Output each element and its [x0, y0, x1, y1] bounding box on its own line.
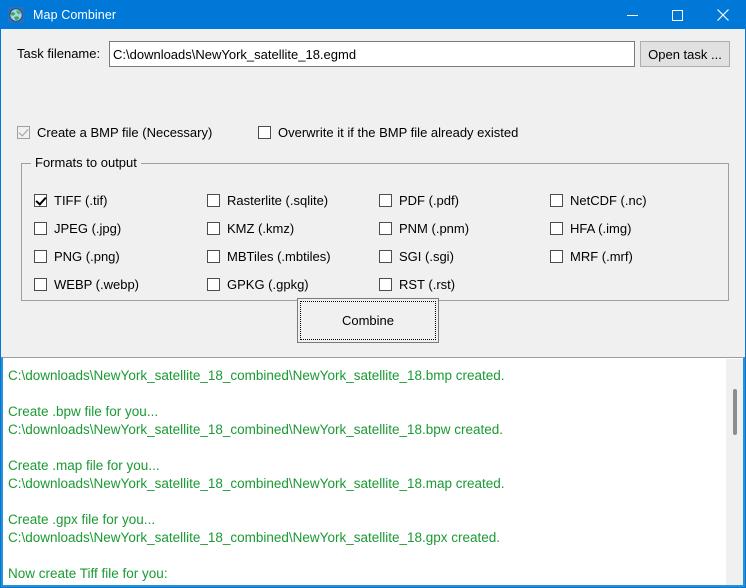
task-filename-label: Task filename: [17, 46, 101, 61]
format-sgi-checkbox[interactable]: SGI (.sgi) [379, 249, 454, 264]
overwrite-bmp-checkbox-box [258, 126, 271, 139]
format-png-checkbox-label: PNG (.png) [54, 249, 120, 264]
log-output-text: C:\downloads\NewYork_satellite_18_combin… [8, 368, 505, 581]
format-netcdf-checkbox-box [550, 194, 563, 207]
format-pnm-checkbox[interactable]: PNM (.pnm) [379, 221, 469, 236]
format-webp-checkbox-label: WEBP (.webp) [54, 277, 140, 292]
format-tiff-checkbox[interactable]: TIFF (.tif) [34, 193, 107, 208]
combine-button-focus-ring: Combine [300, 301, 436, 340]
format-hfa-checkbox-box [550, 222, 563, 235]
format-rasterlite-checkbox-box [207, 194, 220, 207]
format-mbtiles-checkbox-label: MBTiles (.mbtiles) [227, 249, 331, 264]
format-mrf-checkbox-box [550, 250, 563, 263]
create-bmp-checkbox-label: Create a BMP file (Necessary) [37, 125, 213, 140]
format-rst-checkbox-label: RST (.rst) [399, 277, 456, 292]
window-title: Map Combiner [33, 8, 117, 22]
create-bmp-checkbox-box [17, 126, 30, 139]
format-gpkg-checkbox[interactable]: GPKG (.gpkg) [207, 277, 309, 292]
combine-button-label: Combine [341, 313, 395, 328]
format-jpeg-checkbox[interactable]: JPEG (.jpg) [34, 221, 121, 236]
format-pdf-checkbox[interactable]: PDF (.pdf) [379, 193, 459, 208]
overwrite-bmp-checkbox[interactable]: Overwrite it if the BMP file already exi… [258, 125, 518, 140]
format-jpeg-checkbox-box [34, 222, 47, 235]
client-area: Task filename: Open task ... Create a BM… [1, 29, 745, 587]
format-tiff-checkbox-label: TIFF (.tif) [54, 193, 108, 208]
log-scrollbar-thumb[interactable] [733, 389, 737, 435]
format-kmz-checkbox-box [207, 222, 220, 235]
format-mrf-checkbox[interactable]: MRF (.mrf) [550, 249, 633, 264]
format-sgi-checkbox-box [379, 250, 392, 263]
format-rst-checkbox[interactable]: RST (.rst) [379, 277, 455, 292]
bmp-options-row: Create a BMP file (Necessary) Overwrite … [1, 125, 745, 145]
format-hfa-checkbox-label: HFA (.img) [570, 221, 632, 236]
format-netcdf-checkbox-label: NetCDF (.nc) [570, 193, 647, 208]
map-globe-icon [8, 7, 24, 23]
format-pdf-checkbox-box [379, 194, 392, 207]
formats-groupbox-title: Formats to output [31, 155, 141, 170]
format-mrf-checkbox-label: MRF (.mrf) [570, 249, 633, 264]
log-scrollbar[interactable] [726, 359, 743, 585]
format-gpkg-checkbox-label: GPKG (.gpkg) [227, 277, 309, 292]
close-button[interactable] [700, 1, 745, 29]
window-controls [610, 1, 745, 29]
format-tiff-checkbox-box [34, 194, 47, 207]
format-hfa-checkbox[interactable]: HFA (.img) [550, 221, 631, 236]
log-output-panel[interactable]: C:\downloads\NewYork_satellite_18_combin… [1, 357, 745, 587]
task-filename-input[interactable] [109, 41, 635, 67]
format-png-checkbox-box [34, 250, 47, 263]
format-webp-checkbox[interactable]: WEBP (.webp) [34, 277, 139, 292]
format-pnm-checkbox-label: PNM (.pnm) [399, 221, 470, 236]
combine-button[interactable]: Combine [297, 298, 439, 343]
map-combiner-window: Map Combiner Task filename: Open task ..… [0, 0, 746, 588]
format-kmz-checkbox-label: KMZ (.kmz) [227, 221, 295, 236]
format-rst-checkbox-box [379, 278, 392, 291]
format-jpeg-checkbox-label: JPEG (.jpg) [54, 221, 122, 236]
format-kmz-checkbox[interactable]: KMZ (.kmz) [207, 221, 294, 236]
format-pnm-checkbox-box [379, 222, 392, 235]
maximize-button[interactable] [655, 1, 700, 29]
format-pdf-checkbox-label: PDF (.pdf) [399, 193, 459, 208]
format-rasterlite-checkbox[interactable]: Rasterlite (.sqlite) [207, 193, 328, 208]
format-rasterlite-checkbox-label: Rasterlite (.sqlite) [227, 193, 329, 208]
minimize-button[interactable] [610, 1, 655, 29]
format-png-checkbox[interactable]: PNG (.png) [34, 249, 120, 264]
overwrite-bmp-checkbox-label: Overwrite it if the BMP file already exi… [278, 125, 519, 140]
format-mbtiles-checkbox[interactable]: MBTiles (.mbtiles) [207, 249, 331, 264]
create-bmp-checkbox[interactable]: Create a BMP file (Necessary) [17, 125, 212, 140]
format-webp-checkbox-box [34, 278, 47, 291]
format-mbtiles-checkbox-box [207, 250, 220, 263]
task-filename-row: Task filename: Open task ... [1, 41, 745, 69]
title-bar: Map Combiner [1, 1, 745, 29]
format-sgi-checkbox-label: SGI (.sgi) [399, 249, 454, 264]
open-task-button[interactable]: Open task ... [640, 41, 730, 67]
format-gpkg-checkbox-box [207, 278, 220, 291]
format-netcdf-checkbox[interactable]: NetCDF (.nc) [550, 193, 647, 208]
